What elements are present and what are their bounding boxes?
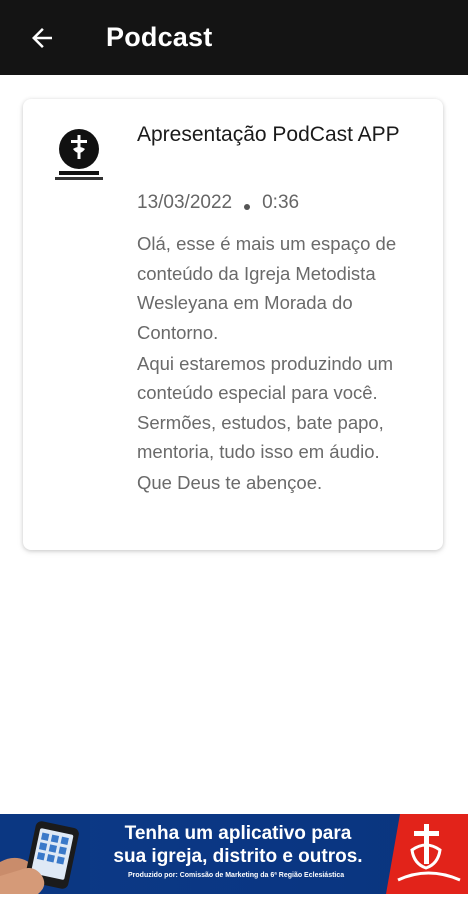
page-title: Podcast — [106, 22, 213, 52]
podcast-episode-card[interactable]: Apresentação PodCast APP 13/03/2022 0:36… — [23, 99, 443, 550]
banner-headline-2: sua igreja, distrito e outros. — [113, 846, 363, 867]
episode-description: Olá, esse é mais um espaço de conteúdo d… — [137, 229, 427, 499]
episode-title: Apresentação PodCast APP — [137, 123, 400, 146]
methodist-cross-logo-icon — [386, 814, 468, 894]
banner-credit: Produzido por: Comissão de Marketing da … — [128, 872, 345, 879]
ad-banner[interactable]: Tenha um aplicativo para sua igreja, dis… — [0, 814, 468, 894]
episode-meta: 13/03/2022 0:36 — [137, 192, 299, 214]
hand-holding-phone-icon — [0, 814, 90, 894]
back-button[interactable] — [24, 20, 60, 56]
description-paragraph: Que Deus te abençoe. — [137, 472, 323, 493]
church-logo-icon — [55, 129, 103, 180]
description-paragraph: Olá, esse é mais um espaço de conteúdo d… — [137, 233, 397, 343]
episode-date: 13/03/2022 — [137, 192, 233, 213]
app-bar: Podcast — [0, 0, 468, 75]
arrow-left-icon — [32, 27, 52, 48]
banner-headline-1: Tenha um aplicativo para — [124, 823, 352, 844]
episode-duration: 0:36 — [262, 192, 300, 213]
separator-dot-icon — [244, 204, 251, 210]
description-paragraph: Aqui estaremos produzindo um conteúdo es… — [137, 352, 394, 463]
banner-text: Tenha um aplicativo para sua igreja, dis… — [88, 822, 388, 879]
